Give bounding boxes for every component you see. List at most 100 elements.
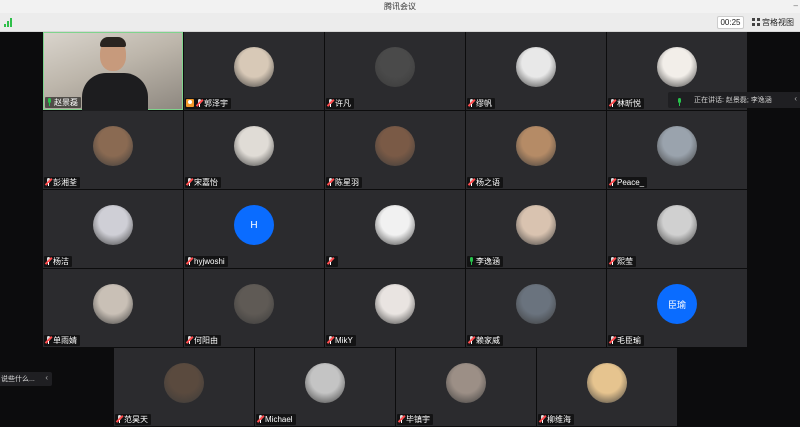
participant-tile[interactable]: Michael (255, 348, 395, 426)
participant-tile[interactable]: 李逸涵 (466, 190, 606, 268)
participant-name-tag: 范昊天 (115, 414, 151, 425)
mic-muted-icon (608, 336, 617, 344)
participant-name-tag: 缪帆 (467, 98, 495, 109)
mic-muted-icon (608, 178, 617, 186)
participant-tile[interactable]: 范昊天 (114, 348, 254, 426)
participant-tile[interactable] (325, 190, 465, 268)
participant-name: hyjwoshi (194, 257, 225, 266)
participant-tile[interactable]: 彭湘荃 (43, 111, 183, 189)
participant-avatar (657, 126, 697, 166)
participant-name-tag: hyjwoshi (185, 256, 228, 267)
participant-tile[interactable]: 缪帆 (466, 32, 606, 110)
participant-name-tag: Michael (256, 414, 296, 425)
mic-muted-icon (195, 99, 204, 107)
participant-avatar (234, 47, 274, 87)
participant-name: Michael (265, 415, 293, 424)
mic-icon (676, 98, 683, 106)
participant-tile[interactable]: 何阳由 (184, 269, 324, 347)
minimize-button[interactable]: – (794, 1, 798, 10)
participant-tile[interactable]: 臣瑜 毛臣瑜 (607, 269, 747, 347)
mic-muted-icon (115, 415, 124, 423)
participant-name: 毕镇宇 (406, 415, 430, 424)
meeting-timer: 00:25 (717, 16, 744, 29)
participant-tile[interactable]: 毕镇宇 (396, 348, 536, 426)
active-speaker-banner[interactable]: 正在讲话: 赵景磊; 李逸涵 ‹ (668, 92, 800, 108)
mic-muted-icon (538, 415, 547, 423)
chat-preview[interactable]: 说些什么... ‹ (0, 372, 52, 386)
participant-tile[interactable]: 郭泽宇 (184, 32, 324, 110)
participant-name-tag: 毕镇宇 (397, 414, 433, 425)
participant-name: 林昕悦 (617, 99, 641, 108)
mic-muted-icon (397, 415, 406, 423)
participant-name-tag: 彭湘荃 (44, 177, 80, 188)
participant-name-tag: 许凡 (326, 98, 354, 109)
mic-icon (46, 98, 53, 106)
participant-name-tag: 宋嘉怡 (185, 177, 221, 188)
mic-muted-icon (326, 99, 335, 107)
participant-avatar (375, 47, 415, 87)
participant-tile[interactable]: Hhyjwoshi (184, 190, 324, 268)
participant-avatar (657, 47, 697, 87)
participant-avatar (657, 205, 697, 245)
participant-name: 熙莹 (617, 257, 633, 266)
title-bar: 腾讯会议 – (0, 0, 800, 13)
participant-name-tag: Peace_ (608, 177, 648, 188)
participant-name-tag: 林昕悦 (608, 98, 644, 109)
mic-muted-icon (256, 415, 265, 423)
participant-name-tag: 单雨婧 (44, 335, 80, 346)
participant-avatar (234, 126, 274, 166)
participant-tile[interactable]: 熙莹 (607, 190, 747, 268)
participant-name-tag: 杨之语 (467, 177, 503, 188)
mic-muted-icon (326, 257, 335, 265)
participant-tile[interactable]: 柳维海 (537, 348, 677, 426)
participant-name: 毛臣瑜 (617, 336, 641, 345)
mic-muted-icon (467, 99, 476, 107)
participant-avatar (587, 363, 627, 403)
participant-tile[interactable]: 杨洁 (43, 190, 183, 268)
participant-avatar (93, 205, 133, 245)
participant-name-tag: 赵景磊 (45, 97, 81, 108)
mic-muted-icon (326, 178, 335, 186)
mic-muted-icon (467, 336, 476, 344)
participant-avatar (305, 363, 345, 403)
participant-tile[interactable]: 赖家威 (466, 269, 606, 347)
participant-avatar (516, 126, 556, 166)
participant-name-tag (326, 256, 338, 267)
view-toggle-button[interactable]: 宫格视图 (752, 16, 794, 29)
participant-tile[interactable]: 单雨婧 (43, 269, 183, 347)
participant-tile[interactable]: 赵景磊 (43, 32, 183, 111)
grid-icon (752, 18, 760, 26)
participant-tile[interactable]: 宋嘉怡 (184, 111, 324, 189)
participant-name-tag: 郭泽宇 (185, 98, 231, 109)
mic-muted-icon (608, 99, 617, 107)
signal-icon (4, 18, 14, 27)
mic-muted-icon (185, 178, 194, 186)
participant-name: 郭泽宇 (204, 99, 228, 108)
active-speaker-label: 正在讲话: 赵景磊; 李逸涵 (694, 97, 772, 104)
participant-name: 宋嘉怡 (194, 178, 218, 187)
participant-tile[interactable]: 杨之语 (466, 111, 606, 189)
view-toggle-label: 宫格视图 (762, 18, 794, 27)
participant-tile[interactable]: 许凡 (325, 32, 465, 110)
chevron-left-icon[interactable]: ‹ (45, 373, 48, 382)
mic-muted-icon (608, 257, 617, 265)
participant-name-tag: 杨洁 (44, 256, 72, 267)
mic-muted-icon (44, 178, 53, 186)
participant-name-tag: 赖家威 (467, 335, 503, 346)
participant-tile[interactable]: MikY (325, 269, 465, 347)
participant-avatar (93, 126, 133, 166)
participant-tile[interactable]: Peace_ (607, 111, 747, 189)
collapse-arrow-icon[interactable]: ‹ (794, 94, 797, 103)
participant-name: 许凡 (335, 99, 351, 108)
participant-tile[interactable]: 陈星羽 (325, 111, 465, 189)
participant-name: 彭湘荃 (53, 178, 77, 187)
mic-icon (468, 257, 475, 265)
participant-name: 缪帆 (476, 99, 492, 108)
mic-muted-icon (326, 336, 335, 344)
participant-avatar (375, 284, 415, 324)
window-title: 腾讯会议 (384, 2, 416, 11)
meeting-toolbar: 00:25 宫格视图 (0, 13, 800, 32)
mic-muted-icon (185, 336, 194, 344)
participant-name: 赵景磊 (54, 98, 78, 107)
participant-name: 赖家威 (476, 336, 500, 345)
